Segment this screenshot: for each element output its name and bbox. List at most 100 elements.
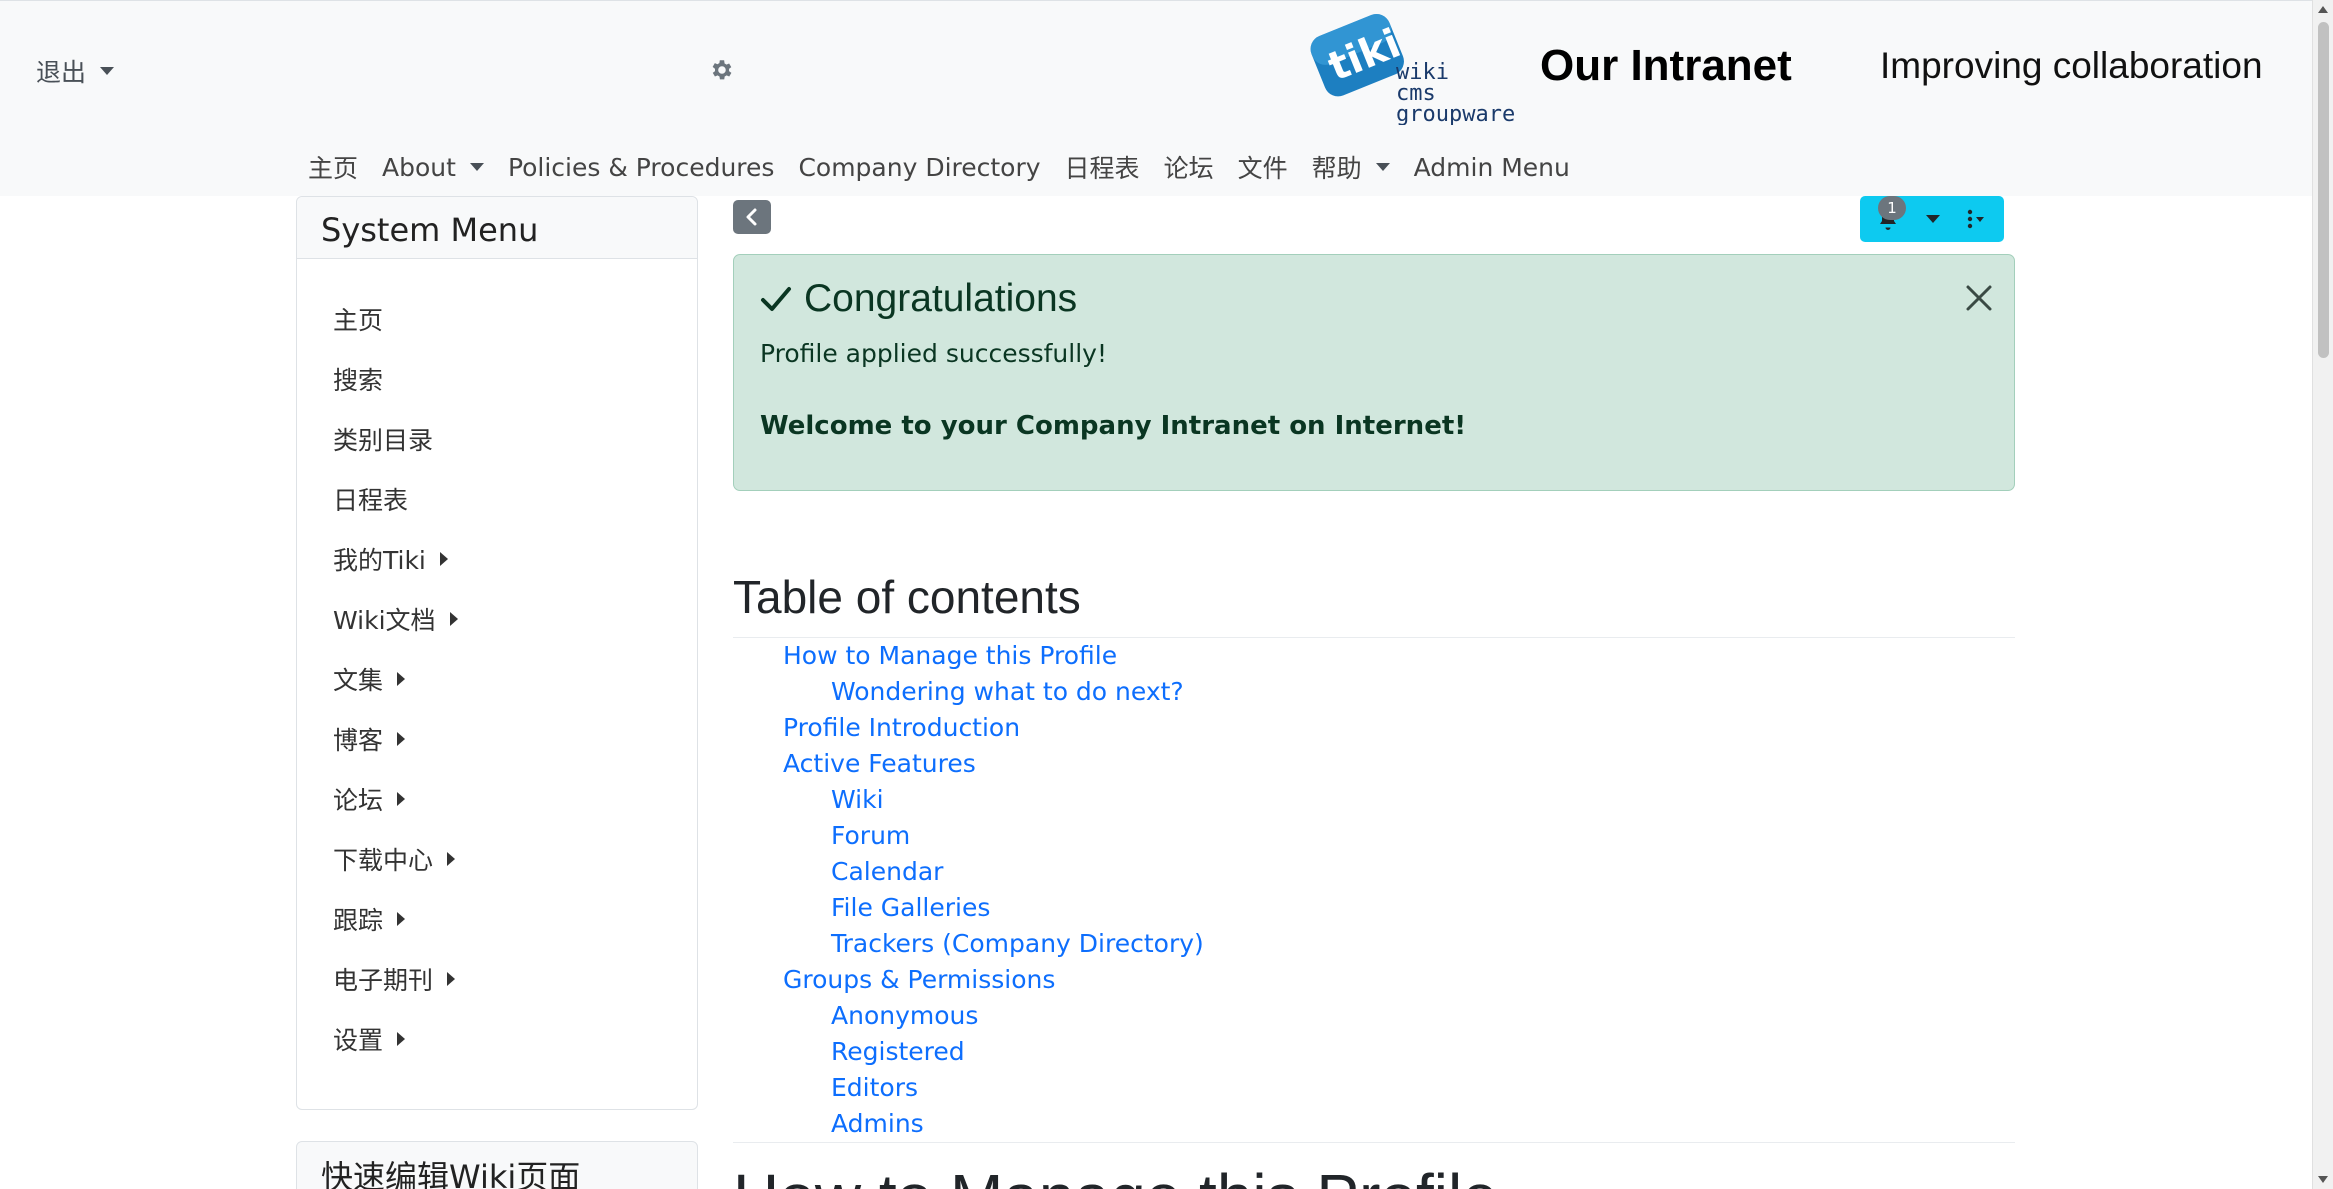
toc-link[interactable]: How to Manage this Profile — [733, 638, 2015, 674]
topnav-item-help[interactable]: 帮助 — [1300, 149, 1402, 185]
caret-down-icon — [469, 163, 484, 171]
logout-dropdown[interactable]: 退出 — [36, 53, 115, 89]
topnav-label: 日程表 — [1064, 154, 1140, 183]
sidebar-item-trackers[interactable]: 跟踪 — [297, 889, 697, 949]
gear-icon[interactable] — [708, 57, 734, 83]
quick-edit-title: 快速编辑Wiki页面 — [321, 1158, 581, 1189]
caret-right-icon — [397, 672, 406, 686]
topnav-label: 帮助 — [1311, 154, 1362, 183]
caret-right-icon — [397, 792, 406, 806]
monitor-button[interactable]: 1 — [1860, 196, 1916, 242]
toc-link[interactable]: File Galleries — [733, 890, 2015, 926]
topnav-item-forums[interactable]: 论坛 — [1152, 149, 1226, 185]
topnav-item-home[interactable]: 主页 — [296, 149, 370, 185]
toc-link[interactable]: Wondering what to do next? — [733, 674, 2015, 710]
scroll-thumb[interactable] — [2318, 22, 2329, 358]
sidebar-item-label: 下载中心 — [333, 846, 434, 875]
sidebar-item-label: Wiki文档 — [333, 606, 436, 635]
close-icon[interactable] — [1962, 281, 1996, 315]
site-slogan: Improving collaboration — [1880, 45, 2263, 86]
sidebar-item-label: 日程表 — [333, 486, 409, 515]
topnav-item-company-directory[interactable]: Company Directory — [786, 153, 1052, 182]
topnav-item-admin-menu[interactable]: Admin Menu — [1402, 153, 1582, 182]
toc-link[interactable]: Active Features — [733, 746, 2015, 782]
sidebar-item-forums[interactable]: 论坛 — [297, 769, 697, 829]
alert-message: Profile applied successfully! — [760, 339, 1107, 368]
caret-right-icon — [397, 912, 406, 926]
topnav-item-policies[interactable]: Policies & Procedures — [496, 153, 787, 182]
sidebar-item-home[interactable]: 主页 — [297, 289, 697, 349]
sidebar-item-label: 电子期刊 — [333, 966, 434, 995]
sidebar-item-label: 论坛 — [333, 786, 384, 815]
page-scrollbar[interactable] — [2312, 0, 2333, 1189]
topnav-item-files[interactable]: 文件 — [1226, 149, 1300, 185]
caret-right-icon — [397, 1032, 406, 1046]
sidebar-item-wiki[interactable]: Wiki文档 — [297, 589, 697, 649]
tiki-logo[interactable]: tiki wiki cms groupware — [1308, 13, 1518, 125]
toc-link[interactable]: Forum — [733, 818, 2015, 854]
site-title[interactable]: Our Intranet — [1540, 41, 1792, 91]
system-menu: System Menu 主页 搜索 类别目录 日程表 我的Tiki Wiki文档… — [296, 196, 698, 1110]
caret-down-icon — [1926, 215, 1940, 223]
logout-label: 退出 — [36, 58, 87, 87]
caret-right-icon — [447, 852, 456, 866]
section-heading: How to Manage this Profile — [733, 1160, 1498, 1189]
sidebar-item-categories[interactable]: 类别目录 — [297, 409, 697, 469]
sidebar-item-articles[interactable]: 文集 — [297, 649, 697, 709]
sidebar-item-settings[interactable]: 设置 — [297, 1009, 697, 1069]
toc-divider — [733, 1142, 2015, 1143]
sidebar-item-calendar[interactable]: 日程表 — [297, 469, 697, 529]
alert-heading-text: Congratulations — [804, 277, 1078, 320]
toc-link[interactable]: Calendar — [733, 854, 2015, 890]
sidebar-item-label: 文集 — [333, 666, 384, 695]
quick-edit-wiki-module: 快速编辑Wiki页面 — [296, 1141, 698, 1189]
caret-right-icon — [439, 552, 448, 566]
topnav-label: About — [382, 152, 456, 182]
toc-link[interactable]: Trackers (Company Directory) — [733, 926, 2015, 962]
alert-heading: Congratulations — [760, 277, 1077, 321]
caret-right-icon — [449, 612, 458, 626]
toc-link[interactable]: Profile Introduction — [733, 710, 2015, 746]
toc-link[interactable]: Admins — [733, 1106, 2015, 1142]
sidebar-item-search[interactable]: 搜索 — [297, 349, 697, 409]
top-navigation: 主页 About Policies & Procedures Company D… — [296, 147, 1582, 187]
scroll-up-icon[interactable] — [2318, 6, 2328, 13]
toc-title: Table of contents — [733, 571, 1081, 623]
toc-link[interactable]: Editors — [733, 1070, 2015, 1106]
scroll-down-icon[interactable] — [2318, 1176, 2328, 1183]
topnav-item-calendar[interactable]: 日程表 — [1053, 149, 1152, 185]
toc-link[interactable]: Groups & Permissions — [733, 962, 2015, 998]
sidebar-item-label: 跟踪 — [333, 906, 384, 935]
sidebar-item-downloads[interactable]: 下载中心 — [297, 829, 697, 889]
sidebar-item-label: 主页 — [333, 306, 384, 335]
monitor-dropdown-button[interactable] — [1916, 196, 1950, 242]
sidebar-toggle-button[interactable] — [733, 200, 771, 234]
topnav-label: 论坛 — [1163, 154, 1214, 183]
topnav-label: Admin Menu — [1413, 152, 1570, 182]
caret-down-icon — [100, 67, 115, 75]
topnav-label: 文件 — [1237, 154, 1288, 183]
sidebar-item-label: 设置 — [333, 1026, 384, 1055]
topnav-label: Policies & Procedures — [507, 152, 775, 182]
sidebar-item-label: 搜索 — [333, 366, 384, 395]
caret-right-icon — [397, 732, 406, 746]
alert-welcome: Welcome to your Company Intranet on Inte… — [760, 411, 1467, 441]
check-icon — [761, 287, 791, 311]
page-options-button[interactable] — [1950, 196, 2004, 242]
caret-right-icon — [447, 972, 456, 986]
toc-link[interactable]: Anonymous — [733, 998, 2015, 1034]
sidebar-item-label: 博客 — [333, 726, 384, 755]
notification-badge: 1 — [1878, 196, 1906, 220]
chevron-left-icon — [746, 208, 757, 226]
sidebar-item-newsletters[interactable]: 电子期刊 — [297, 949, 697, 1009]
sidebar-item-blogs[interactable]: 博客 — [297, 709, 697, 769]
topnav-item-about[interactable]: About — [370, 153, 496, 182]
topnav-label: 主页 — [308, 154, 359, 183]
toc-link[interactable]: Wiki — [733, 782, 2015, 818]
sidebar-item-my-tiki[interactable]: 我的Tiki — [297, 529, 697, 589]
site-header: 退出 tiki wiki cms groupware Our Intranet … — [0, 0, 2312, 196]
topnav-label: Company Directory — [798, 152, 1041, 182]
success-alert: Congratulations Profile applied successf… — [733, 254, 2015, 491]
caret-down-icon — [1375, 163, 1390, 171]
toc-link[interactable]: Registered — [733, 1034, 2015, 1070]
